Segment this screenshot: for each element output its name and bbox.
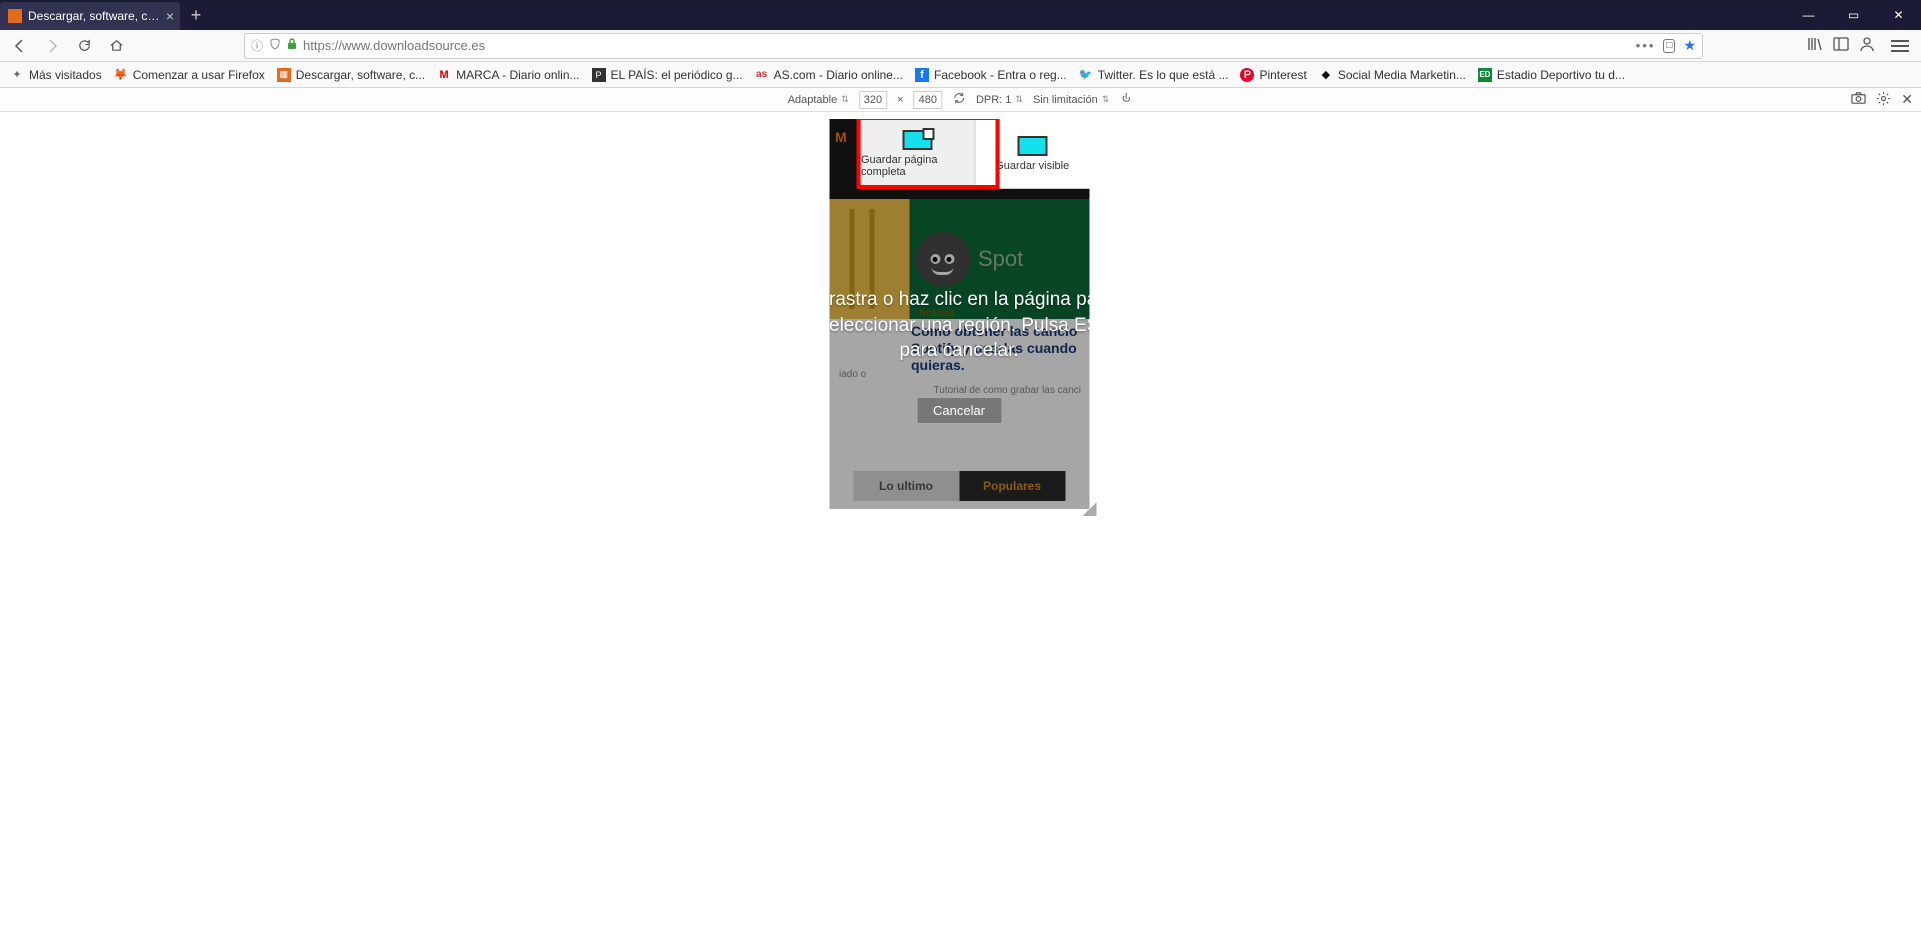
reload-icon xyxy=(77,38,92,53)
responsive-design-toolbar: Adaptable 320 × 480 DPR: 1 Sin limitació… xyxy=(0,88,1921,112)
tracking-shield-icon[interactable] xyxy=(269,38,281,53)
viewport-height-value: 480 xyxy=(919,94,937,106)
dpr-select[interactable]: DPR: 1 xyxy=(976,94,1023,106)
bookmark-item[interactable]: f Facebook - Entra o reg... xyxy=(915,68,1067,82)
screenshot-icon[interactable] xyxy=(1851,91,1866,109)
bookmark-label: Comenzar a usar Firefox xyxy=(133,68,265,82)
bookmark-label: Descargar, software, c... xyxy=(296,68,425,82)
site-info-icon[interactable]: ⓘ xyxy=(251,37,263,54)
bookmark-label: Estadio Deportivo tu d... xyxy=(1497,68,1625,82)
bookmark-item[interactable]: 🦊 Comenzar a usar Firefox xyxy=(114,68,265,82)
viewport-width-input[interactable]: 320 xyxy=(859,91,887,109)
instr-line: rastra o haz clic en la página pa xyxy=(829,287,1089,313)
bookmark-item[interactable]: 🐦 Twitter. Es lo que está ... xyxy=(1079,68,1229,82)
reload-button[interactable] xyxy=(70,32,98,60)
new-tab-button[interactable]: + xyxy=(182,1,210,29)
devtools-settings-icon[interactable] xyxy=(1876,91,1891,109)
save-full-page-button[interactable]: Guardar página completa xyxy=(860,119,976,188)
bookmark-label: Twitter. Es lo que está ... xyxy=(1098,68,1229,82)
tab-title: Descargar, software, controlad… xyxy=(28,9,160,23)
screenshot-options-popup: Guardar página completa Guardar visible xyxy=(860,119,1089,189)
bookmark-icon: P xyxy=(592,68,606,82)
rotate-icon[interactable] xyxy=(952,91,966,108)
viewport-width-value: 320 xyxy=(864,94,882,106)
close-window-button[interactable]: ✕ xyxy=(1876,0,1921,30)
reader-mode-icon[interactable]: □ xyxy=(1663,39,1675,53)
bookmark-icon: as xyxy=(755,68,769,82)
close-tab-icon[interactable]: × xyxy=(166,8,174,24)
library-icon[interactable] xyxy=(1807,36,1823,55)
url-field[interactable]: ⓘ https://www.downloadsource.es ••• □ ★ xyxy=(244,33,1703,59)
sidebar-icon[interactable] xyxy=(1833,36,1849,55)
simulated-device: M Spot Noticias Como obtener las cancio … xyxy=(829,119,1089,509)
throttle-select[interactable]: Sin limitación xyxy=(1033,94,1109,106)
app-menu-button[interactable] xyxy=(1891,40,1909,52)
bookmark-icon: M xyxy=(437,68,451,82)
tab-favicon xyxy=(8,9,22,23)
home-icon xyxy=(109,38,124,53)
bookmark-label: AS.com - Diario online... xyxy=(774,68,903,82)
bookmark-item[interactable]: ✦ Más visitados xyxy=(10,68,102,82)
instr-line: para cancelar. xyxy=(829,338,1089,364)
bookmark-icon: f xyxy=(915,68,929,82)
account-icon[interactable] xyxy=(1859,36,1875,55)
dimension-separator: × xyxy=(897,94,903,106)
viewport-height-input[interactable]: 480 xyxy=(914,91,942,109)
page-actions-icon[interactable]: ••• xyxy=(1636,38,1656,53)
bookmark-label: EL PAÍS: el periódico g... xyxy=(611,68,743,82)
save-visible-button[interactable]: Guardar visible xyxy=(976,119,1090,188)
forward-button[interactable] xyxy=(38,32,66,60)
cancel-button[interactable]: Cancelar xyxy=(916,397,1002,424)
bookmark-item[interactable]: M MARCA - Diario onlin... xyxy=(437,68,579,82)
title-bar: Descargar, software, controlad… × + — ▭ … xyxy=(0,0,1921,30)
save-visible-label: Guardar visible xyxy=(995,160,1069,172)
bookmark-icon: ▦ xyxy=(277,68,291,82)
bookmark-item[interactable]: ED Estadio Deportivo tu d... xyxy=(1478,68,1625,82)
bookmark-label: Social Media Marketin... xyxy=(1338,68,1466,82)
device-select-label: Adaptable xyxy=(788,94,838,106)
bookmark-star-icon[interactable]: ★ xyxy=(1683,37,1696,54)
bookmark-label: Más visitados xyxy=(29,68,102,82)
bookmark-icon: P xyxy=(1240,68,1254,82)
dpr-label: DPR: 1 xyxy=(976,94,1011,106)
browser-tab[interactable]: Descargar, software, controlad… × xyxy=(0,2,180,30)
back-button[interactable] xyxy=(6,32,34,60)
forward-icon xyxy=(44,38,60,54)
device-select[interactable]: Adaptable xyxy=(788,94,849,106)
save-full-page-label: Guardar página completa xyxy=(861,154,975,178)
bookmark-icon: 🦊 xyxy=(114,68,128,82)
resize-handle[interactable] xyxy=(1082,502,1096,516)
visible-area-icon xyxy=(1017,136,1047,156)
bookmark-item[interactable]: ▦ Descargar, software, c... xyxy=(277,68,425,82)
bookmark-icon: 🐦 xyxy=(1079,68,1093,82)
touch-toggle-icon[interactable] xyxy=(1119,91,1133,108)
bookmark-item[interactable]: ◆ Social Media Marketin... xyxy=(1319,68,1466,82)
device-viewport: M Spot Noticias Como obtener las cancio … xyxy=(829,119,1092,512)
lock-icon[interactable] xyxy=(287,38,297,53)
bookmark-label: MARCA - Diario onlin... xyxy=(456,68,579,82)
maximize-button[interactable]: ▭ xyxy=(1831,0,1876,30)
minimize-button[interactable]: — xyxy=(1786,0,1831,30)
bookmark-icon: ED xyxy=(1478,68,1492,82)
screenshot-instruction: rastra o haz clic en la página pa elecci… xyxy=(829,287,1089,364)
bookmark-label: Facebook - Entra o reg... xyxy=(934,68,1067,82)
instr-line: eleccionar una región. Pulsa ES xyxy=(829,313,1089,339)
bookmark-item[interactable]: P EL PAÍS: el periódico g... xyxy=(592,68,743,82)
bookmark-item[interactable]: P Pinterest xyxy=(1240,68,1306,82)
home-button[interactable] xyxy=(102,32,130,60)
back-icon xyxy=(12,38,28,54)
bookmarks-toolbar: ✦Más visitados 🦊Comenzar a usar Firefox … xyxy=(0,62,1921,88)
window-controls: — ▭ ✕ xyxy=(1786,0,1921,30)
url-text: https://www.downloadsource.es xyxy=(303,38,1630,53)
full-page-icon xyxy=(903,130,933,150)
bookmark-icon: ◆ xyxy=(1319,68,1333,82)
bookmark-item[interactable]: as AS.com - Diario online... xyxy=(755,68,903,82)
nav-toolbar: ⓘ https://www.downloadsource.es ••• □ ★ xyxy=(0,30,1921,62)
throttle-label: Sin limitación xyxy=(1033,94,1098,106)
bookmark-icon: ✦ xyxy=(10,68,24,82)
bookmark-label: Pinterest xyxy=(1259,68,1306,82)
close-rdm-icon[interactable]: ✕ xyxy=(1901,91,1913,108)
